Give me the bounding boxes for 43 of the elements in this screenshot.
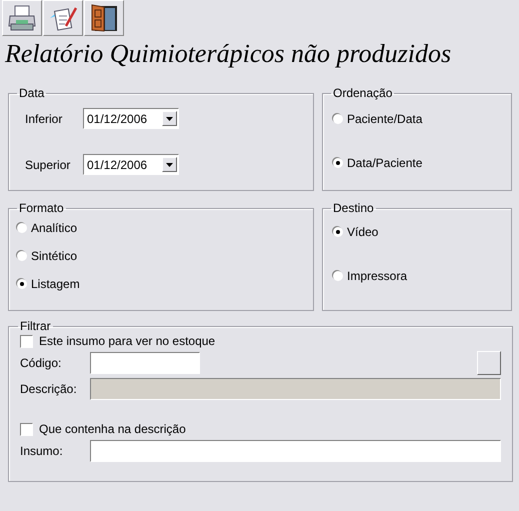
date-picker[interactable]: 01/12/2006 — [83, 108, 179, 129]
option-label: Analítico — [31, 221, 78, 235]
printer-icon — [7, 4, 37, 32]
group-label: Ordenação — [332, 86, 394, 100]
group-label: Destino — [332, 201, 375, 215]
radio-button[interactable] — [17, 251, 27, 261]
caret-icon — [166, 162, 173, 166]
radio-button[interactable] — [333, 271, 343, 281]
group-label: Filtrar — [19, 319, 52, 333]
field-label: Superior — [25, 158, 72, 172]
input-field[interactable] — [90, 440, 501, 462]
group-label: Data — [18, 86, 46, 100]
dropdown-button[interactable] — [162, 111, 177, 126]
checkbox-label: Este insumo para ver no estoque — [39, 334, 216, 348]
lookup-button[interactable] — [477, 351, 501, 375]
date-picker[interactable]: 01/12/2006 — [83, 154, 179, 175]
option-label: Impressora — [347, 269, 408, 283]
checkbox[interactable] — [20, 334, 33, 348]
option-label: Data/Paciente — [347, 156, 422, 170]
radio-button[interactable] — [333, 114, 343, 124]
door-button[interactable] — [84, 0, 124, 36]
option-label: Listagem — [31, 277, 80, 291]
notepad-button[interactable] — [43, 0, 83, 36]
checkbox[interactable] — [20, 422, 33, 436]
printer-button[interactable] — [2, 0, 42, 36]
field-label: Código: — [20, 356, 62, 370]
caret-icon — [166, 116, 173, 120]
option-label: Sintético — [31, 249, 78, 263]
code-field[interactable] — [90, 352, 200, 374]
option-label: Paciente/Data — [347, 112, 422, 126]
radio-button[interactable] — [333, 227, 343, 237]
radio-button[interactable] — [17, 223, 27, 233]
report-title: Relatório Quimioterápicos não produzidos — [4, 38, 452, 70]
door-icon — [89, 4, 119, 32]
field-label: Descrição: — [20, 382, 78, 396]
field-label: Insumo: — [20, 444, 64, 458]
radio-button[interactable] — [333, 158, 343, 168]
checkbox-label: Que contenha na descrição — [39, 422, 186, 436]
group-label: Formato — [18, 201, 65, 215]
dropdown-button[interactable] — [162, 157, 177, 172]
radio-button[interactable] — [17, 279, 27, 289]
option-label: Vídeo — [347, 225, 378, 239]
field-label: Inferior — [25, 112, 64, 126]
